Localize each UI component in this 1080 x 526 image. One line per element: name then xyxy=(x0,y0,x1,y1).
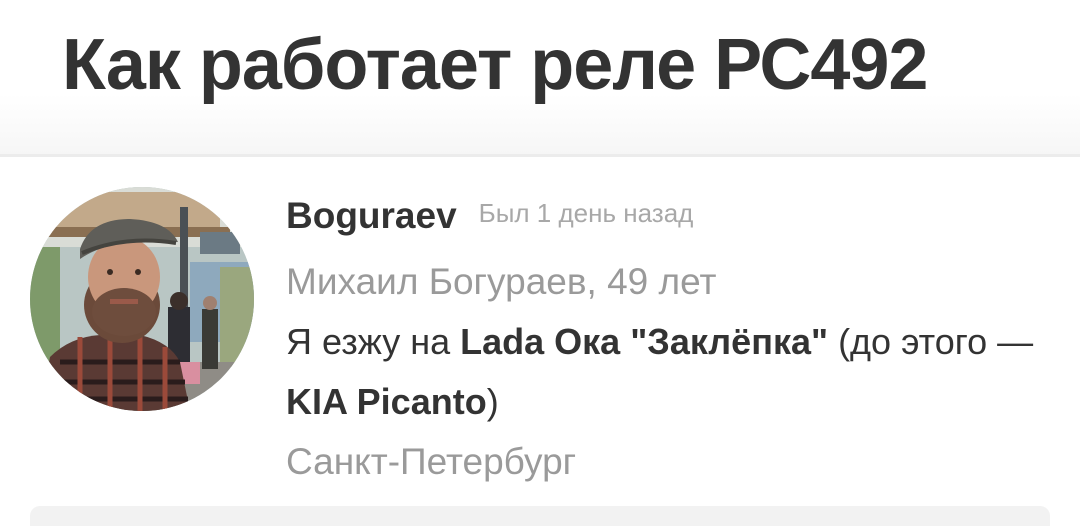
username-link[interactable]: Boguraev xyxy=(286,195,457,236)
avatar-photo xyxy=(30,187,254,411)
user-city: Санкт-Петербург xyxy=(286,441,577,482)
next-card-edge xyxy=(30,506,1050,526)
cars-line: Я езжу на Lada Ока "Заклёпка" (до этого … xyxy=(286,321,1046,363)
user-profile-card: Boguraev Был 1 день назад Михаил Богураев… xyxy=(0,157,1080,517)
cars-suffix: ) xyxy=(486,381,499,422)
current-car-link[interactable]: Lada Ока "Заклёпка" xyxy=(460,321,828,362)
username-row: Boguraev Был 1 день назад xyxy=(286,195,693,237)
previous-car-link[interactable]: KIA Picanto xyxy=(286,381,487,422)
cars-prefix: Я езжу на xyxy=(286,321,461,362)
avatar[interactable] xyxy=(30,187,254,411)
cars-line-continued: KIA Picanto) xyxy=(286,381,1046,423)
last-seen-status: Был 1 день назад xyxy=(478,198,694,228)
cars-middle: (до этого — xyxy=(828,321,1034,362)
page-title: Как работает реле РС492 xyxy=(62,25,928,105)
page-header: Как работает реле РС492 xyxy=(0,0,1080,156)
real-name-age: Михаил Богураев, 49 лет xyxy=(286,261,717,302)
